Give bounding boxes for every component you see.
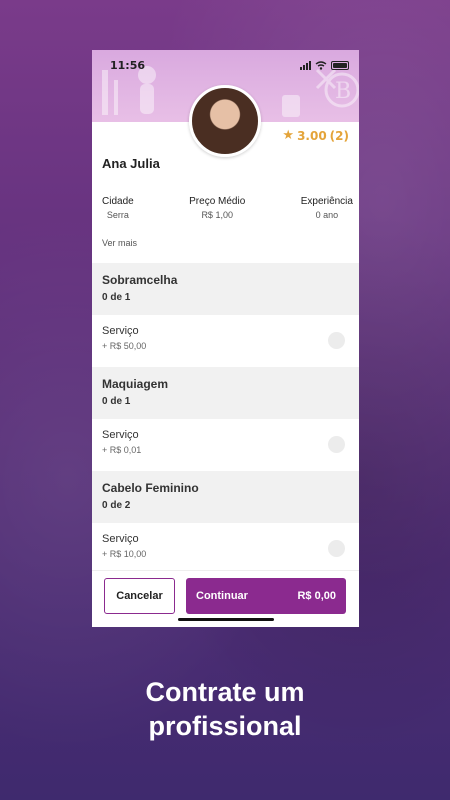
rating: ★ 3.00 (2)	[282, 128, 349, 143]
avatar	[189, 85, 261, 157]
continue-label: Continuar	[196, 590, 248, 602]
info-experience: Experiência 0 ano	[301, 196, 353, 220]
service-select-radio[interactable]	[328, 332, 345, 349]
info-label: Cidade	[102, 196, 134, 207]
service-title: Serviço	[102, 429, 139, 441]
service-select-radio[interactable]	[328, 436, 345, 453]
info-value: R$ 1,00	[201, 210, 233, 220]
rating-value: 3.00	[297, 128, 327, 143]
category-title: Maquiagem	[102, 377, 169, 391]
service-title: Serviço	[102, 533, 139, 545]
status-bar: 11:56	[92, 56, 359, 74]
status-time: 11:56	[110, 58, 146, 72]
star-icon: ★	[282, 128, 295, 143]
info-label: Experiência	[300, 196, 353, 207]
category-title: Cabelo Feminino	[102, 481, 199, 495]
info-average-price: Preço Médio R$ 1,00	[189, 196, 245, 220]
category-title: Sobramcelha	[102, 273, 178, 287]
signal-icon	[300, 60, 311, 70]
info-city: Cidade Serra	[102, 196, 134, 220]
category-header-maquiagem: Maquiagem 0 de 1	[92, 367, 359, 419]
service-select-radio[interactable]	[328, 540, 345, 557]
service-price: + R$ 0,01	[102, 445, 142, 455]
phone-screen: B 11:56 ★ 3.00 (2) Ana Julia Cidade Serr…	[92, 50, 359, 627]
cancel-button[interactable]: Cancelar	[104, 578, 175, 614]
battery-icon	[331, 60, 349, 70]
caption-line-1: Contrate um	[145, 677, 305, 707]
rating-count: (2)	[329, 128, 349, 143]
service-row[interactable]: Serviço + R$ 10,00	[92, 523, 359, 575]
category-header-cabelo-feminino: Cabelo Feminino 0 de 2	[92, 471, 359, 523]
see-more-link[interactable]: Ver mais	[102, 238, 137, 248]
category-count: 0 de 1	[102, 396, 131, 407]
category-count: 0 de 2	[102, 500, 131, 511]
category-count: 0 de 1	[102, 292, 131, 303]
service-price: + R$ 50,00	[102, 341, 147, 351]
service-price: + R$ 10,00	[102, 549, 147, 559]
total-price: R$ 0,00	[297, 590, 336, 602]
professional-name: Ana Julia	[102, 156, 160, 171]
service-row[interactable]: Serviço + R$ 50,00	[92, 315, 359, 367]
service-title: Serviço	[102, 325, 139, 337]
svg-text:B: B	[335, 79, 351, 104]
caption-line-2: profissional	[148, 711, 302, 741]
service-row[interactable]: Serviço + R$ 0,01	[92, 419, 359, 471]
wifi-icon	[315, 60, 327, 70]
info-value: 0 ano	[315, 210, 339, 220]
profile-info-row: Cidade Serra Preço Médio R$ 1,00 Experiê…	[92, 196, 359, 220]
category-header-sobrancelha: Sobramcelha 0 de 1	[92, 263, 359, 315]
info-value: Serra	[106, 210, 129, 220]
home-indicator	[178, 618, 274, 621]
promo-caption: Contrate um profissional	[0, 675, 450, 743]
continue-button[interactable]: Continuar R$ 0,00	[186, 578, 346, 614]
info-label: Preço Médio	[189, 196, 246, 207]
